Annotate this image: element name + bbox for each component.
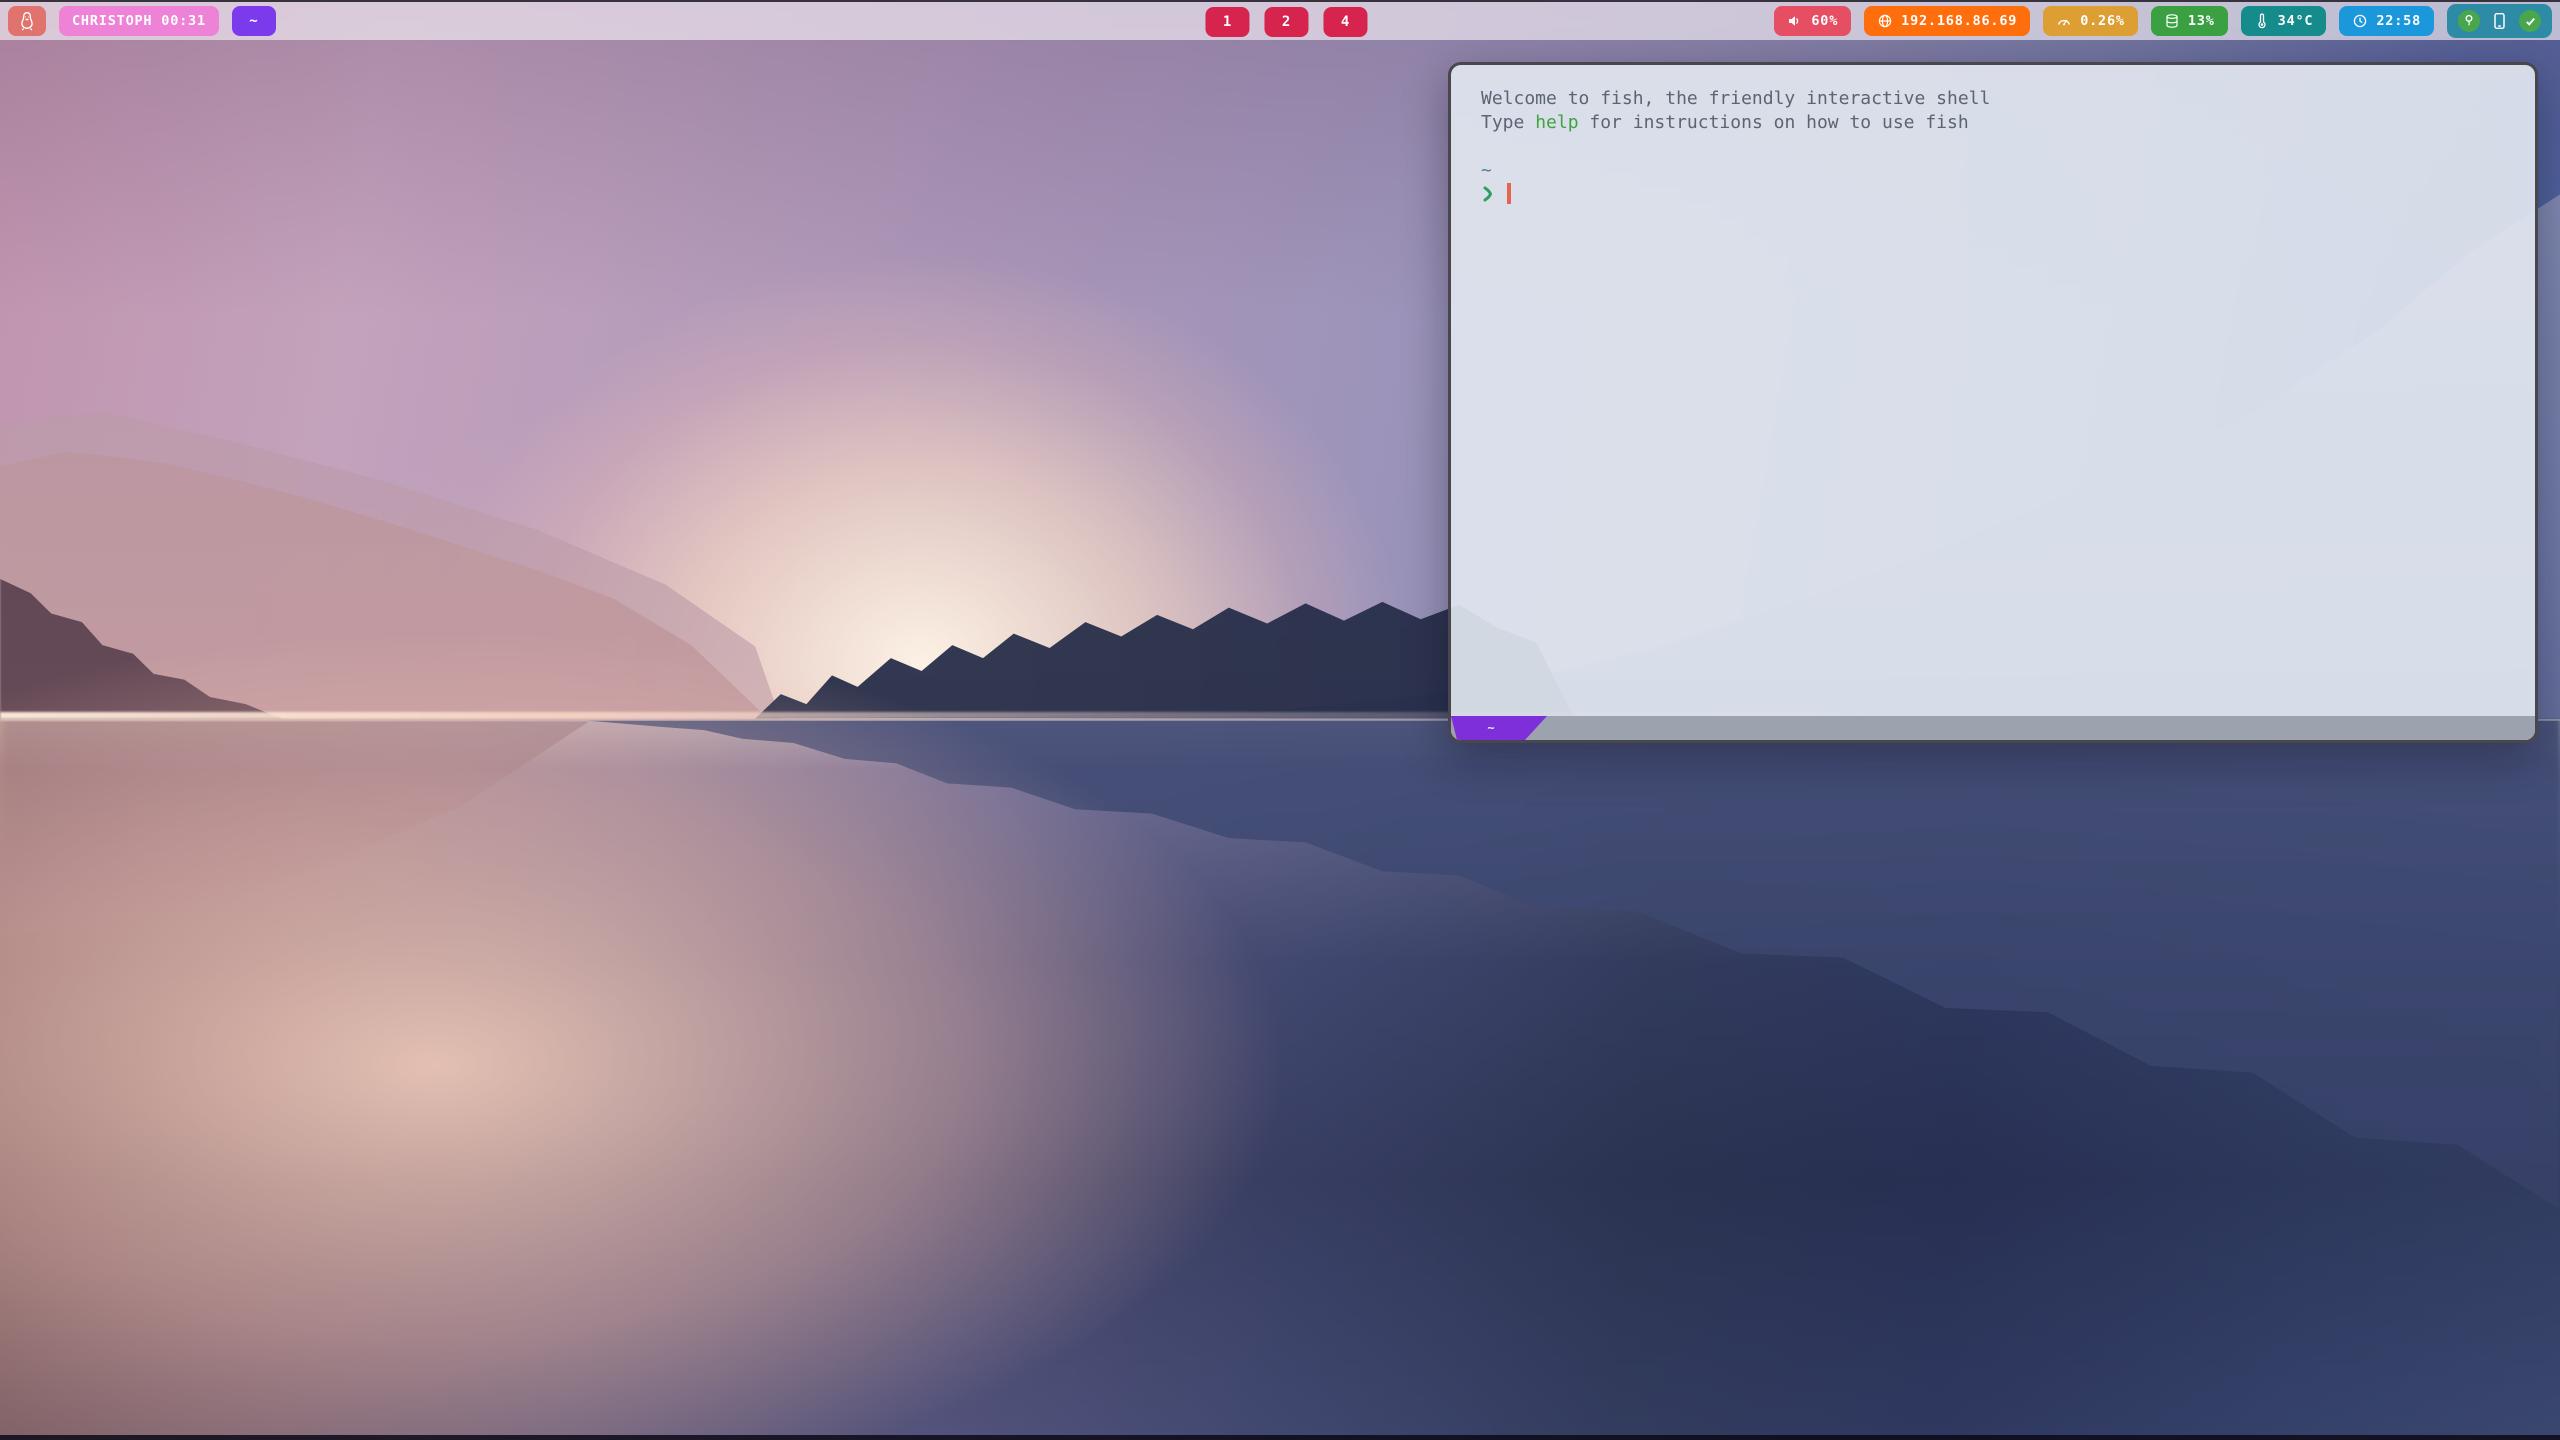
window-badge-2-label: 2 [1282, 14, 1291, 30]
user-session-badge[interactable]: CHRISTOPH 00:31 [59, 6, 219, 36]
temperature-label: 34°C [2278, 13, 2314, 29]
temperature-badge[interactable]: 34°C [2241, 6, 2327, 36]
clock-icon [2352, 13, 2368, 29]
globe-icon [1877, 13, 1893, 29]
network-badge[interactable]: 192.168.86.69 [1864, 6, 2030, 36]
tux-linux-icon [18, 11, 36, 31]
network-ip-label: 192.168.86.69 [1901, 13, 2017, 29]
workspace-badge-home[interactable]: ~ [232, 6, 276, 36]
user-session-label: CHRISTOPH 00:31 [72, 13, 206, 29]
fish-greeting-line2: Type help for instructions on how to use… [1481, 111, 2505, 135]
workspace-home-label: ~ [249, 13, 258, 29]
clock-badge[interactable]: 22:58 [2339, 6, 2434, 36]
volume-badge[interactable]: 60% [1774, 6, 1851, 36]
speaker-icon [1787, 13, 1803, 29]
status-bar-right: 60% 192.168.86.69 0.26% [1774, 4, 2552, 38]
prompt-path: ~ [1481, 159, 2505, 183]
window-badge-2[interactable]: 2 [1264, 7, 1308, 37]
memory-label: 13% [2188, 13, 2215, 29]
memory-icon [2164, 13, 2180, 29]
window-badge-4[interactable]: 4 [1323, 7, 1367, 37]
terminal-window[interactable]: Welcome to fish, the friendly interactiv… [1448, 62, 2538, 743]
os-badge[interactable] [8, 6, 46, 36]
gauge-icon [2056, 13, 2072, 29]
status-bar: CHRISTOPH 00:31 ~ 1 2 4 60% [0, 0, 2560, 40]
system-tray [2447, 4, 2552, 38]
clock-label: 22:58 [2376, 13, 2421, 29]
terminal-content[interactable]: Welcome to fish, the friendly interactiv… [1451, 65, 2535, 716]
wallpaper-bottom-edge [0, 1435, 2560, 1440]
volume-label: 60% [1811, 13, 1838, 29]
phone-icon[interactable] [2492, 12, 2507, 30]
key-icon[interactable] [2458, 10, 2480, 32]
terminal-cursor [1507, 183, 1511, 204]
window-badge-4-label: 4 [1341, 14, 1350, 30]
cpu-badge[interactable]: 0.26% [2043, 6, 2138, 36]
thermometer-icon [2254, 13, 2270, 29]
status-bar-left: CHRISTOPH 00:31 ~ [8, 6, 276, 36]
fish-greeting-line1: Welcome to fish, the friendly interactiv… [1481, 87, 2505, 111]
help-keyword: help [1535, 112, 1578, 133]
terminal-tab-home[interactable]: ~ [1451, 716, 1547, 740]
blank-line [1481, 135, 2505, 159]
prompt-line[interactable] [1481, 183, 2505, 204]
status-bar-center: 1 2 4 [1205, 2, 1367, 42]
memory-badge[interactable]: 13% [2151, 6, 2228, 36]
window-badge-1-label: 1 [1223, 14, 1232, 30]
terminal-tab-label: ~ [1487, 721, 1494, 735]
terminal-tab-bar: ~ [1451, 716, 2535, 740]
check-icon[interactable] [2519, 10, 2541, 32]
prompt-chevron-icon [1481, 184, 1495, 204]
window-badge-1[interactable]: 1 [1205, 7, 1249, 37]
cpu-label: 0.26% [2080, 13, 2125, 29]
